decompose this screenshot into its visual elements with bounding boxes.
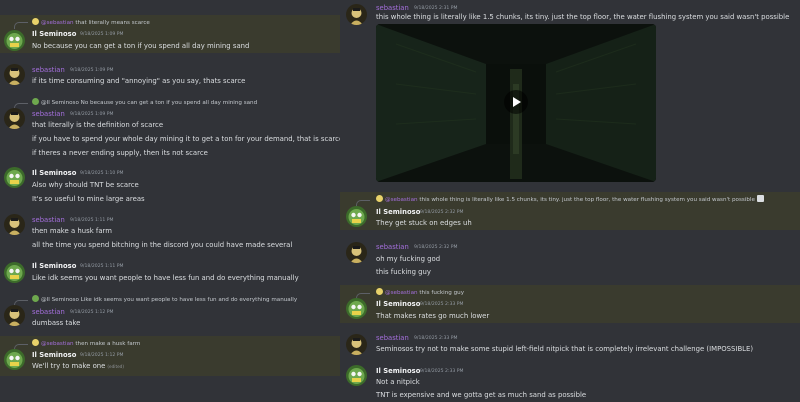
avatar[interactable] [346,365,367,386]
avatar[interactable] [346,242,367,263]
timestamp: 9/18/2025 2:33 PM [420,369,464,374]
message-text: They get stuck on edges uh [376,219,472,227]
timestamp: 9/18/2025 2:32 PM [414,245,458,250]
username[interactable]: sebastian [32,216,65,224]
message-text: We'll try to make one (edited) [32,362,124,370]
username[interactable]: sebastian [376,334,409,342]
reply-avatar-icon [32,339,39,346]
message-text: Not a nitpick [376,378,420,386]
avatar[interactable] [346,206,367,227]
message-text: Seminosos try not to make some stupid le… [376,345,754,353]
avatar[interactable] [4,214,25,235]
timestamp: 9/18/2025 1:11 PM [70,218,114,223]
message-text: Also why should TNT be scarce [32,181,139,189]
timestamp: 9/18/2025 1:09 PM [70,68,114,73]
play-icon[interactable] [504,90,528,114]
username[interactable]: Il Seminoso [32,30,76,38]
username[interactable]: Il Seminoso [376,300,420,308]
message-text: It's so useful to mine large areas [32,195,145,203]
image-icon [756,195,764,202]
message-text: this whole thing is literally like 1.5 c… [376,13,790,21]
reply-preview[interactable]: @sebastian that literally means scarce [32,18,150,26]
reply-avatar-icon [32,295,39,302]
avatar[interactable] [4,349,25,370]
avatar[interactable] [4,167,25,188]
avatar[interactable] [4,305,25,326]
reply-preview[interactable]: @sebastian this whole thing is literally… [376,195,764,203]
timestamp: 9/18/2025 2:32 PM [420,210,464,215]
timestamp: 9/18/2025 1:09 PM [80,32,124,37]
avatar[interactable] [4,262,25,283]
message-text: if its time consuming and "annoying" as … [32,77,246,85]
message-text: then make a husk farm [32,227,112,235]
left-chat-pane[interactable]: @sebastian that literally means scarce I… [0,0,345,402]
reply-avatar-icon [376,195,383,202]
username[interactable]: sebastian [376,4,409,12]
message-text: this fucking guy [376,268,432,276]
timestamp: 9/18/2025 1:12 PM [80,353,124,358]
reply-avatar-icon [376,288,383,295]
timestamp: 9/18/2025 1:11 PM [80,264,124,269]
timestamp: 9/18/2025 2:33 PM [414,336,458,341]
timestamp: 9/18/2025 1:12 PM [70,310,114,315]
username[interactable]: Il Seminoso [32,351,76,359]
reply-preview[interactable]: @Il Seminoso No because you can get a to… [32,98,257,106]
reply-preview[interactable]: @sebastian then make a husk farm [32,339,140,347]
message-text: Like idk seems you want people to have l… [32,274,299,282]
reply-avatar-icon [32,98,39,105]
username[interactable]: Il Seminoso [32,169,76,177]
message-text: TNT is expensive and we gotta get as muc… [376,391,587,399]
message-text: if theres a never ending supply, then it… [32,149,208,157]
username[interactable]: sebastian [32,66,65,74]
message-text: No because you can get a ton if you spen… [32,42,250,50]
message-text: all the time you spend bitching in the d… [32,241,293,249]
video-embed[interactable] [376,24,656,182]
message-text: oh my fucking god [376,255,441,263]
avatar[interactable] [346,298,367,319]
username[interactable]: Il Seminoso [376,208,420,216]
reply-spine [14,22,28,29]
username[interactable]: sebastian [376,243,409,251]
avatar[interactable] [346,4,367,25]
message-text: if you have to spend your whole day mini… [32,135,344,143]
avatar[interactable] [4,108,25,129]
timestamp: 9/18/2025 1:09 PM [70,112,114,117]
avatar[interactable] [346,334,367,355]
username[interactable]: sebastian [32,308,65,316]
username[interactable]: Il Seminoso [376,367,420,375]
timestamp: 9/18/2025 2:31 PM [414,6,458,11]
message-text: that literally is the definition of scar… [32,121,164,129]
username[interactable]: sebastian [32,110,65,118]
edited-marker: (edited) [107,364,124,369]
timestamp: 9/18/2025 1:10 PM [80,171,124,176]
message-text: dumbass take [32,319,81,327]
reply-preview[interactable]: @Il Seminoso Like idk seems you want peo… [32,295,297,303]
message-text: That makes rates go much lower [376,312,490,320]
avatar[interactable] [4,30,25,51]
reply-avatar-icon [32,18,39,25]
username[interactable]: Il Seminoso [32,262,76,270]
reply-preview[interactable]: @sebastian this fucking guy [376,288,464,296]
avatar[interactable] [4,64,25,85]
timestamp: 9/18/2025 2:33 PM [420,302,464,307]
